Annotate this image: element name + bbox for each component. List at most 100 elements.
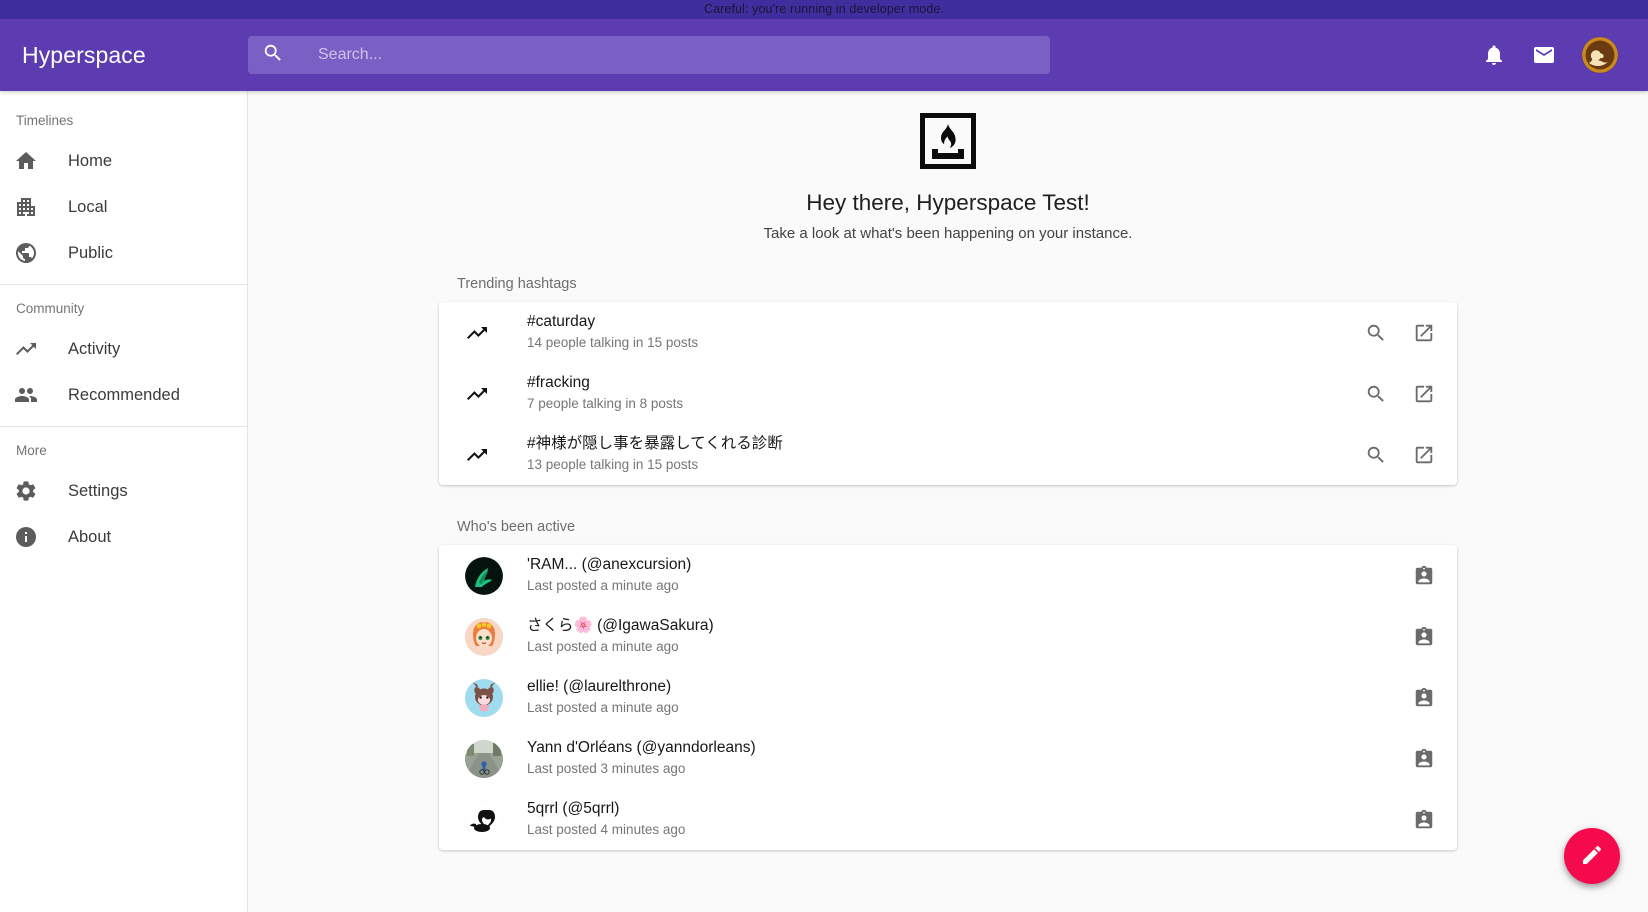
sidebar-item-home[interactable]: Home [0, 138, 247, 184]
user-actions [1413, 565, 1435, 587]
info-icon [14, 525, 68, 549]
gear-icon [14, 479, 68, 503]
main-content: Hey there, Hyperspace Test! Take a look … [248, 91, 1648, 912]
sidebar-group-more: More Settings About [0, 427, 247, 560]
search-hashtag-button[interactable] [1365, 383, 1387, 405]
fireplace-logo-icon [919, 112, 977, 170]
user-info: Yann d'Orléans (@yanndorleans) Last post… [527, 738, 1397, 779]
list-item[interactable]: さくら🌸 (@IgawaSakura) Last posted a minute… [439, 606, 1457, 667]
account-box-icon [1413, 565, 1435, 590]
user-actions [1413, 748, 1435, 770]
user-last-posted: Last posted 3 minutes ago [527, 761, 686, 777]
sidebar-item-label-settings: Settings [68, 481, 128, 500]
open-hashtag-button[interactable] [1413, 444, 1435, 466]
sidebar-item-settings[interactable]: Settings [0, 468, 247, 514]
hashtag-stats: 13 people talking in 15 posts [527, 457, 699, 473]
search-box[interactable] [248, 36, 1050, 74]
list-item[interactable]: 'RAM... (@anexcursion) Last posted a min… [439, 545, 1457, 606]
list-item[interactable]: Yann d'Orléans (@yanndorleans) Last post… [439, 728, 1457, 789]
user-info: 'RAM... (@anexcursion) Last posted a min… [527, 555, 1397, 596]
notifications-button[interactable] [1482, 43, 1506, 67]
hashtag-name: #caturday [527, 313, 596, 331]
body-container: Timelines Home Local Public Community Ac… [0, 91, 1648, 912]
hashtag-name: #fracking [527, 374, 590, 392]
table-row[interactable]: #caturday 14 people talking in 15 posts [439, 302, 1457, 363]
table-row[interactable]: #fracking 7 people talking in 8 posts [439, 363, 1457, 424]
sidebar-group-timelines: Timelines Home Local Public [0, 97, 247, 276]
search-hashtag-button[interactable] [1365, 322, 1387, 344]
open-hashtag-button[interactable] [1413, 383, 1435, 405]
trending-hashtags-card: #caturday 14 people talking in 15 posts [439, 302, 1457, 485]
open-in-new-icon [1413, 446, 1435, 469]
view-profile-button[interactable] [1413, 565, 1435, 587]
list-item[interactable]: 5qrrl (@5qrrl) Last posted 4 minutes ago [439, 789, 1457, 850]
page-title: Hey there, Hyperspace Test! [806, 190, 1090, 215]
hashtag-actions [1365, 383, 1435, 405]
sidebar-group-label-timelines: Timelines [16, 113, 74, 128]
sidebar-item-label-recommended: Recommended [68, 385, 180, 404]
user-info: さくら🌸 (@IgawaSakura) Last posted a minute… [527, 616, 1397, 657]
people-icon [14, 383, 68, 407]
avatar [465, 739, 503, 778]
sidebar-item-about[interactable]: About [0, 514, 247, 560]
app-bar-actions [1482, 37, 1630, 73]
avatar [465, 678, 503, 717]
user-last-posted: Last posted 4 minutes ago [527, 822, 686, 838]
account-box-icon [1413, 748, 1435, 773]
hashtag-actions [1365, 444, 1435, 466]
view-profile-button[interactable] [1413, 687, 1435, 709]
list-item[interactable]: ellie! (@laurelthrone) Last posted a min… [439, 667, 1457, 728]
table-row[interactable]: #神様が隠し事を暴露してくれる診断 13 people talking in 1… [439, 424, 1457, 485]
user-actions [1413, 687, 1435, 709]
user-actions [1413, 626, 1435, 648]
app-bar: Hyperspace [0, 19, 1648, 91]
sidebar-item-label-activity: Activity [68, 339, 121, 358]
search-icon [1365, 385, 1387, 408]
sidebar-item-local[interactable]: Local [0, 184, 247, 230]
search-icon [1365, 324, 1387, 347]
user-name: さくら🌸 (@IgawaSakura) [527, 617, 714, 635]
page-subtitle: Take a look at what's been happening on … [763, 225, 1133, 242]
app-brand-title: Hyperspace [22, 41, 146, 68]
sidebar-item-recommended[interactable]: Recommended [0, 372, 247, 418]
search-icon [1365, 446, 1387, 469]
avatar[interactable] [1582, 37, 1618, 73]
user-name: Yann d'Orléans (@yanndorleans) [527, 739, 756, 757]
open-in-new-icon [1413, 324, 1435, 347]
hashtag-stats: 7 people talking in 8 posts [527, 396, 684, 412]
sidebar-item-label-home: Home [68, 151, 113, 170]
trending-hashtags-title: Trending hashtags [457, 276, 577, 292]
search-container [248, 36, 1050, 74]
view-profile-button[interactable] [1413, 626, 1435, 648]
active-users-card: 'RAM... (@anexcursion) Last posted a min… [439, 545, 1457, 850]
search-hashtag-button[interactable] [1365, 444, 1387, 466]
home-icon [14, 149, 68, 173]
compose-button[interactable] [1564, 828, 1620, 884]
trending-up-icon [465, 321, 527, 345]
view-profile-button[interactable] [1413, 809, 1435, 831]
user-last-posted: Last posted a minute ago [527, 700, 679, 716]
developer-mode-banner-text: Careful: you're running in developer mod… [703, 2, 945, 16]
sidebar-group-community: Community Activity Recommended [0, 285, 247, 418]
search-icon [262, 42, 284, 69]
sidebar: Timelines Home Local Public Community Ac… [0, 91, 248, 912]
hashtag-actions [1365, 322, 1435, 344]
hashtag-info: #caturday 14 people talking in 15 posts [527, 312, 1349, 353]
search-input[interactable] [318, 46, 1050, 64]
user-name: 'RAM... (@anexcursion) [527, 556, 692, 574]
user-name: ellie! (@laurelthrone) [527, 678, 672, 696]
account-box-icon [1413, 687, 1435, 712]
open-hashtag-button[interactable] [1413, 322, 1435, 344]
user-actions [1413, 809, 1435, 831]
messages-button[interactable] [1532, 43, 1556, 67]
open-in-new-icon [1413, 385, 1435, 408]
view-profile-button[interactable] [1413, 748, 1435, 770]
user-last-posted: Last posted a minute ago [527, 639, 679, 655]
sidebar-item-label-local: Local [68, 197, 108, 216]
sidebar-item-public[interactable]: Public [0, 230, 247, 276]
user-last-posted: Last posted a minute ago [527, 578, 679, 594]
sidebar-item-label-public: Public [68, 243, 113, 262]
sidebar-item-activity[interactable]: Activity [0, 326, 247, 372]
hashtag-info: #神様が隠し事を暴露してくれる診断 13 people talking in 1… [527, 434, 1349, 475]
account-avatar-icon [1582, 37, 1618, 73]
